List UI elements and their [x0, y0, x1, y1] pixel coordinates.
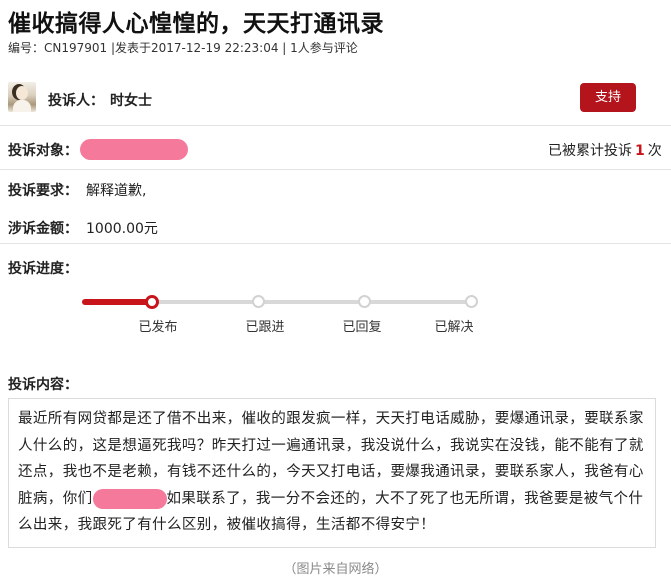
step-dot-replied: [358, 295, 371, 308]
demand-row: 投诉要求： 解释道歉,: [0, 170, 671, 208]
step-label-resolved: 已解决: [434, 320, 474, 335]
target-label: 投诉对象：: [8, 143, 78, 159]
amount-value: 1000.00元: [86, 221, 158, 237]
step-dot-resolved: [465, 295, 478, 308]
complainant-bar: 投诉人： 时女士 支持: [0, 78, 671, 126]
demand-value: 解释道歉,: [86, 183, 147, 199]
complaint-meta: 编号：CN197901 |发表于2017-12-19 22:23:04 | 1人…: [8, 41, 358, 55]
target-row: 投诉对象： 已被累计投诉 1 次: [0, 128, 671, 170]
step-label-published: 已发布: [138, 320, 178, 335]
amount-row: 涉诉金额： 1000.00元: [0, 208, 671, 244]
progress-label-row: 投诉进度：: [0, 252, 671, 280]
content-line: 最近所有网贷都是还了借不出来，催收的跟发疯一样，天天打电话威胁，要爆通讯录，要联…: [18, 411, 644, 427]
demand-label: 投诉要求：: [8, 183, 78, 199]
step-dot-published: [145, 295, 159, 309]
content-line: 还点，我也不是老赖，有钱不还什么的，今天又打电话，要爆我通讯录，要联系家人，我爸…: [18, 464, 644, 480]
complaint-title: 催收搞得人心惶惶的，天天打通讯录: [8, 11, 384, 37]
complainant-name: 时女士: [110, 93, 152, 109]
content-line: 脏病，你们 如果联系了，我一分不会还的，大不了死了也无所谓，我爸要是被气个什: [18, 488, 644, 509]
step-dot-followed: [252, 295, 265, 308]
progress-fill: [82, 299, 152, 305]
step-label-replied: 已回复: [342, 320, 382, 335]
complaint-count: 已被累计投诉 1 次: [548, 143, 662, 159]
content-label-row: 投诉内容：: [0, 370, 671, 396]
complaint-count-number: 1: [635, 143, 645, 159]
content-label: 投诉内容：: [8, 377, 78, 393]
amount-label: 涉诉金额：: [8, 221, 78, 237]
complaint-content: 最近所有网贷都是还了借不出来，催收的跟发疯一样，天天打电话威胁，要爆通讯录，要联…: [18, 406, 646, 539]
redaction-mark: [80, 139, 188, 160]
redaction-mark: [92, 488, 167, 509]
avatar: [8, 82, 36, 112]
step-label-followed: 已跟进: [245, 320, 285, 335]
complainant-label: 投诉人：: [48, 93, 104, 109]
content-line: 人什么的，这是想逼死我吗？昨天打过一遍通讯录，我没说什么，我说实在没钱，能不能有…: [18, 437, 644, 454]
content-line: 么出来，我跟死了有什么区别，被催收搞得，生活都不得安宁！: [18, 517, 436, 533]
support-button[interactable]: 支持: [580, 83, 636, 112]
progress-tracker: 已发布 已跟进 已回复 已解决: [0, 292, 671, 342]
image-caption: （图片来自网络）: [283, 562, 388, 577]
progress-label: 投诉进度：: [8, 261, 78, 277]
